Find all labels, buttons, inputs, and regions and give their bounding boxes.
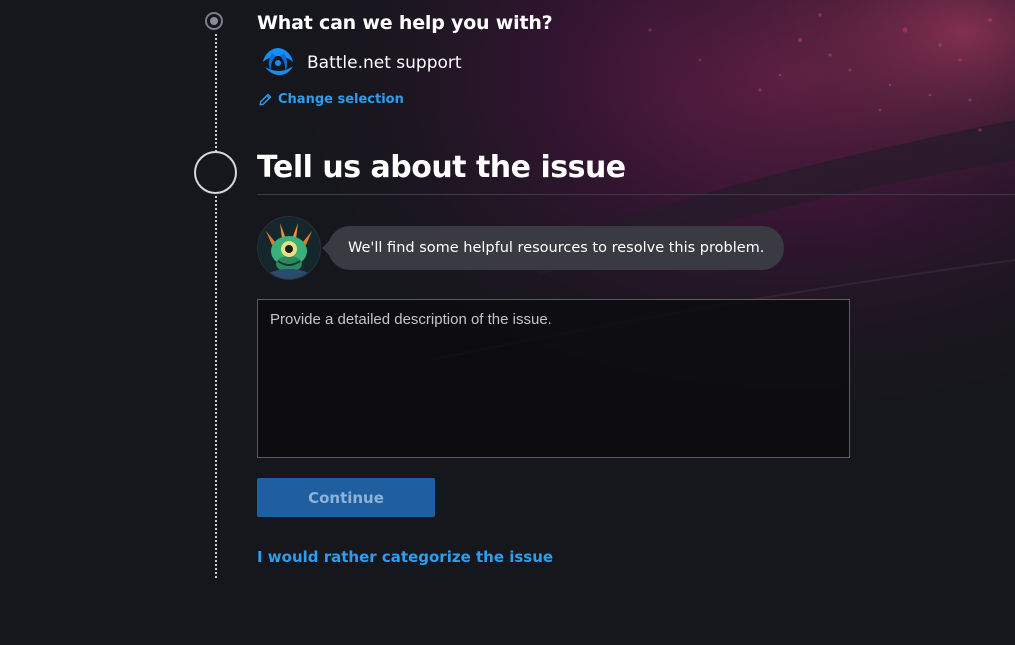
divider	[257, 194, 1015, 195]
issue-description-field[interactable]	[257, 299, 850, 458]
assistant-message: We'll find some helpful resources to res…	[321, 226, 785, 270]
change-selection-label: Change selection	[278, 92, 404, 107]
step-1-title: What can we help you with?	[257, 12, 553, 34]
support-page: What can we help you with? Battle.net su…	[0, 0, 1015, 645]
continue-button[interactable]: Continue	[257, 478, 435, 517]
step-2-title: Tell us about the issue	[257, 150, 626, 185]
step-1-completed-indicator	[205, 12, 223, 30]
pencil-icon	[259, 93, 272, 106]
selected-category-label: Battle.net support	[307, 53, 462, 73]
timeline-connector	[215, 34, 217, 152]
categorize-issue-link[interactable]: I would rather categorize the issue	[257, 548, 553, 566]
step-2-active-indicator	[194, 151, 237, 194]
timeline-connector	[215, 196, 217, 578]
battlenet-icon	[263, 48, 293, 75]
avatar	[257, 216, 321, 280]
murloc-avatar-icon	[258, 217, 320, 279]
change-selection-link[interactable]: Change selection	[259, 92, 404, 107]
